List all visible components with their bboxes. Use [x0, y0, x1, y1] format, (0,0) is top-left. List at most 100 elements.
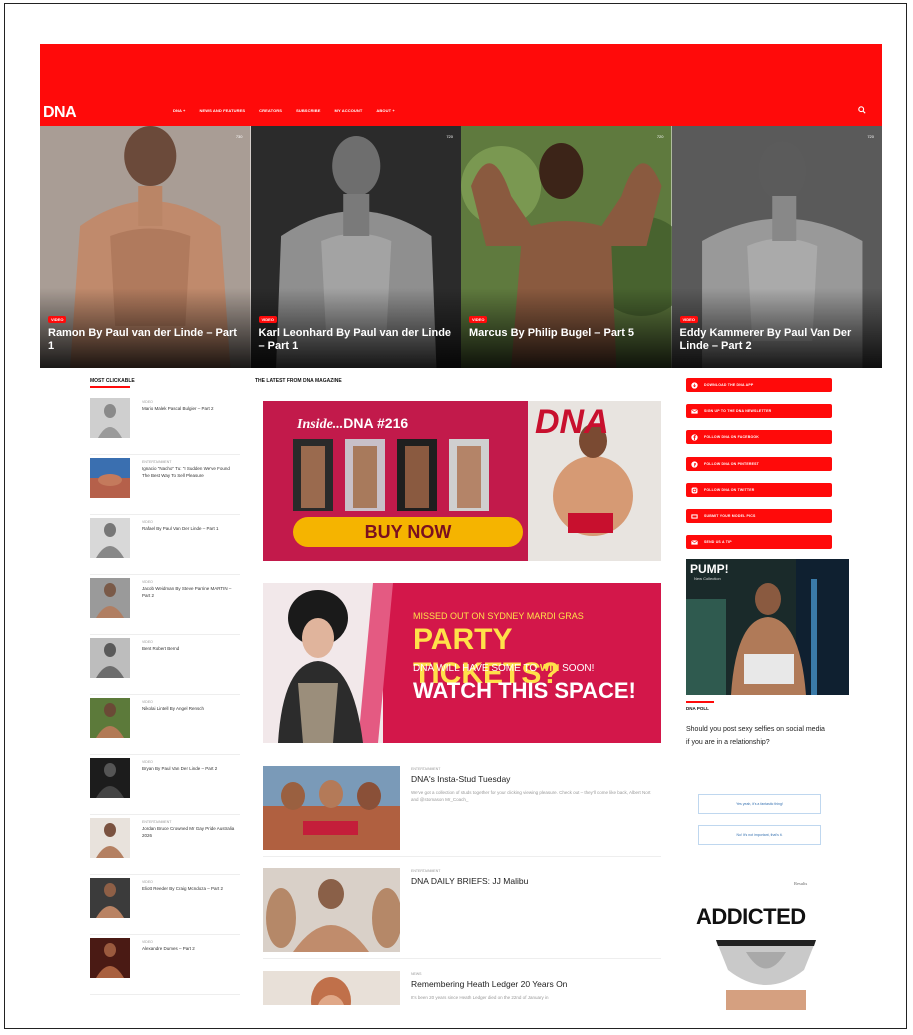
- article-item[interactable]: ENTERTAINMENT DNA's Insta-Stud Tuesday W…: [263, 766, 661, 857]
- ad-line3: DNA WILL HAVE SOME TO WIN SOON!: [413, 663, 595, 674]
- item-kicker: VIDEO: [142, 700, 153, 704]
- section-underline: [90, 386, 130, 388]
- cover-logo: DNA: [535, 403, 609, 441]
- most-clickable: MOST CLICKABLE VIDEO Mario Malek Pascal …: [90, 378, 240, 995]
- list-item[interactable]: VIDEO Alexandre Dumes – Part 2: [90, 938, 240, 995]
- item-kicker: VIDEO: [142, 640, 153, 644]
- facebook-button[interactable]: FOLLOW DNA ON FACEBOOK: [686, 430, 832, 444]
- list-item[interactable]: VIDEO Eliott Reeder By Craig Mcndoza – P…: [90, 878, 240, 935]
- list-item[interactable]: ENTERTAINMENT Jordan Bruce Crowned Mr Ga…: [90, 818, 240, 875]
- hero-card[interactable]: 720 VIDEO Eddy Kammerer By Paul Van Der …: [671, 126, 882, 368]
- instagram-button[interactable]: FOLLOW DNA ON TWITTER: [686, 483, 832, 497]
- hero-title[interactable]: Ramon By Paul van der Linde – Part 1: [48, 327, 245, 353]
- search-icon[interactable]: [858, 106, 866, 114]
- list-item[interactable]: VIDEO Bent Robert Bernd: [90, 638, 240, 695]
- button-label: FOLLOW DNA ON TWITTER: [704, 488, 755, 492]
- list-item[interactable]: ENTERTAINMENT Ignacio "Nacho" Tu: "I Sud…: [90, 458, 240, 515]
- pinterest-button[interactable]: FOLLOW DNA ON PINTEREST: [686, 457, 832, 471]
- site-logo[interactable]: DNA: [43, 104, 77, 122]
- nav-item-news[interactable]: NEWS AND FEATURES: [199, 108, 245, 113]
- item-title[interactable]: Eliott Reeder By Craig Mcndoza – Part 2: [142, 886, 238, 893]
- facebook-icon: [691, 433, 698, 441]
- nav-item-subscribe[interactable]: SUBSCRIBE: [296, 108, 320, 113]
- thumbnail: [90, 458, 130, 498]
- item-title[interactable]: Jordan Bruce Crowned Mr Gay Pride Austra…: [142, 826, 238, 839]
- hero-tag: VIDEO: [48, 316, 67, 323]
- nav-item-about[interactable]: ABOUT +: [376, 108, 394, 113]
- poll-option-2[interactable]: No! It's not important, that's it.: [698, 825, 821, 845]
- list-item[interactable]: VIDEO Jacob Weidman By Steve Parrine MAR…: [90, 578, 240, 635]
- article-kicker: ENTERTAINMENT: [411, 767, 441, 771]
- thumbnail: [90, 638, 130, 678]
- send-tip-button[interactable]: SEND US A TIP: [686, 535, 832, 549]
- hero-title[interactable]: Marcus By Philip Bugel – Part 5: [469, 327, 666, 340]
- item-title[interactable]: Ignacio "Nacho" Tu: "I Sudden We've Foun…: [142, 466, 238, 479]
- hero-carousel: 730 VIDEO Ramon By Paul van der Linde – …: [40, 126, 882, 368]
- article-item[interactable]: NEWS Remembering Heath Ledger 20 Years O…: [263, 971, 661, 1005]
- latest-section: THE LATEST FROM DNA MAGAZINE Inside...DN…: [255, 378, 661, 1005]
- hero-tag: VIDEO: [679, 316, 698, 323]
- list-item[interactable]: VIDEO Bryan By Paul Van Der Linde – Part…: [90, 758, 240, 815]
- thumbnail: [90, 518, 130, 558]
- poll-question: Should you post sexy selfies on social m…: [686, 726, 825, 746]
- list-item[interactable]: VIDEO Nikolai Lintell By Angel Rensch: [90, 698, 240, 755]
- thumbnail: [90, 578, 130, 618]
- item-title[interactable]: Nikolai Lintell By Angel Rensch: [142, 706, 238, 713]
- poll-option-1[interactable]: Yes yeah, it's a fantastic thing!: [698, 794, 821, 814]
- hero-title[interactable]: Eddy Kammerer By Paul Van Der Linde – Pa…: [680, 327, 877, 353]
- hero-views: 720: [446, 134, 453, 139]
- thumbnail: [90, 398, 130, 438]
- section-title: MOST CLICKABLE: [90, 378, 135, 384]
- instagram-icon: [691, 487, 698, 493]
- submit-pics-button[interactable]: SUBMIT YOUR MODEL PICS: [686, 509, 832, 523]
- item-kicker: VIDEO: [142, 880, 153, 884]
- addicted-product: [686, 930, 846, 1010]
- download-icon: [691, 381, 698, 389]
- thumbnail: [90, 938, 130, 978]
- item-kicker: VIDEO: [142, 520, 153, 524]
- nav-item-creators[interactable]: CREATORS: [259, 108, 282, 113]
- pinterest-icon: [691, 460, 698, 468]
- thumbnail: [90, 818, 130, 858]
- hero-card[interactable]: 720 VIDEO Karl Leonhard By Paul van der …: [250, 126, 461, 368]
- pump-ad[interactable]: PUMP! New Collection: [686, 559, 849, 695]
- article-item[interactable]: ENTERTAINMENT DNA DAILY BRIEFS: JJ Malib…: [263, 868, 661, 959]
- buy-now-button[interactable]: BUY NOW: [293, 517, 523, 547]
- item-title[interactable]: Rafael By Paul Van Der Linde – Part 1: [142, 526, 238, 533]
- button-label: SUBMIT YOUR MODEL PICS: [704, 514, 756, 518]
- addicted-ad[interactable]: ADDICTED: [686, 900, 846, 1010]
- article-excerpt: It's been 20 years since Heath Ledger di…: [411, 995, 549, 1000]
- addicted-logo: ADDICTED: [696, 904, 806, 929]
- article-title[interactable]: DNA's Insta-Stud Tuesday: [411, 774, 510, 784]
- article-kicker: NEWS: [411, 972, 422, 976]
- list-item[interactable]: VIDEO Rafael By Paul Van Der Linde – Par…: [90, 518, 240, 575]
- hero-title[interactable]: Karl Leonhard By Paul van der Linde – Pa…: [259, 327, 456, 353]
- button-label: FOLLOW DNA ON PINTEREST: [704, 462, 760, 466]
- article-title[interactable]: DNA DAILY BRIEFS: JJ Malibu: [411, 876, 528, 886]
- item-kicker: VIDEO: [142, 580, 153, 584]
- item-title[interactable]: Alexandre Dumes – Part 2: [142, 946, 238, 953]
- list-item[interactable]: VIDEO Mario Malek Pascal Bulgier – Part …: [90, 398, 240, 455]
- thumbnail: [90, 698, 130, 738]
- hero-card[interactable]: 720 VIDEO Marcus By Philip Bugel – Part …: [461, 126, 672, 368]
- magazine-ad[interactable]: Inside...DNA #216 BUY NOW DNA: [263, 401, 661, 561]
- article-title[interactable]: Remembering Heath Ledger 20 Years On: [411, 979, 567, 989]
- item-kicker: ENTERTAINMENT: [142, 460, 172, 464]
- newsletter-button[interactable]: SIGN UP TO THE DNA NEWSLETTER: [686, 404, 832, 418]
- nav-item-account[interactable]: MY ACCOUNT: [335, 108, 363, 113]
- ad-line1: MISSED OUT ON SYDNEY MARDI GRAS: [413, 611, 584, 621]
- hero-card[interactable]: 730 VIDEO Ramon By Paul van der Linde – …: [40, 126, 251, 368]
- button-label: SIGN UP TO THE DNA NEWSLETTER: [704, 409, 772, 413]
- nav-item-dna[interactable]: DNA +: [173, 108, 185, 113]
- item-title[interactable]: Mario Malek Pascal Bulgier – Part 2: [142, 406, 238, 413]
- article-thumbnail: [263, 971, 400, 1005]
- item-title[interactable]: Bryan By Paul Van Der Linde – Part 2: [142, 766, 238, 773]
- poll-results-link[interactable]: Results: [794, 881, 807, 886]
- button-label: DOWNLOAD THE DNA APP: [704, 383, 754, 387]
- thumbnail: [90, 758, 130, 798]
- party-tickets-ad[interactable]: MISSED OUT ON SYDNEY MARDI GRAS PARTY TI…: [263, 583, 661, 743]
- item-title[interactable]: Jacob Weidman By Steve Parrine MARTIN – …: [142, 586, 238, 599]
- download-app-button[interactable]: DOWNLOAD THE DNA APP: [686, 378, 832, 392]
- ad-inside-text: Inside...DNA #216: [297, 415, 409, 432]
- item-title[interactable]: Bent Robert Bernd: [142, 646, 238, 653]
